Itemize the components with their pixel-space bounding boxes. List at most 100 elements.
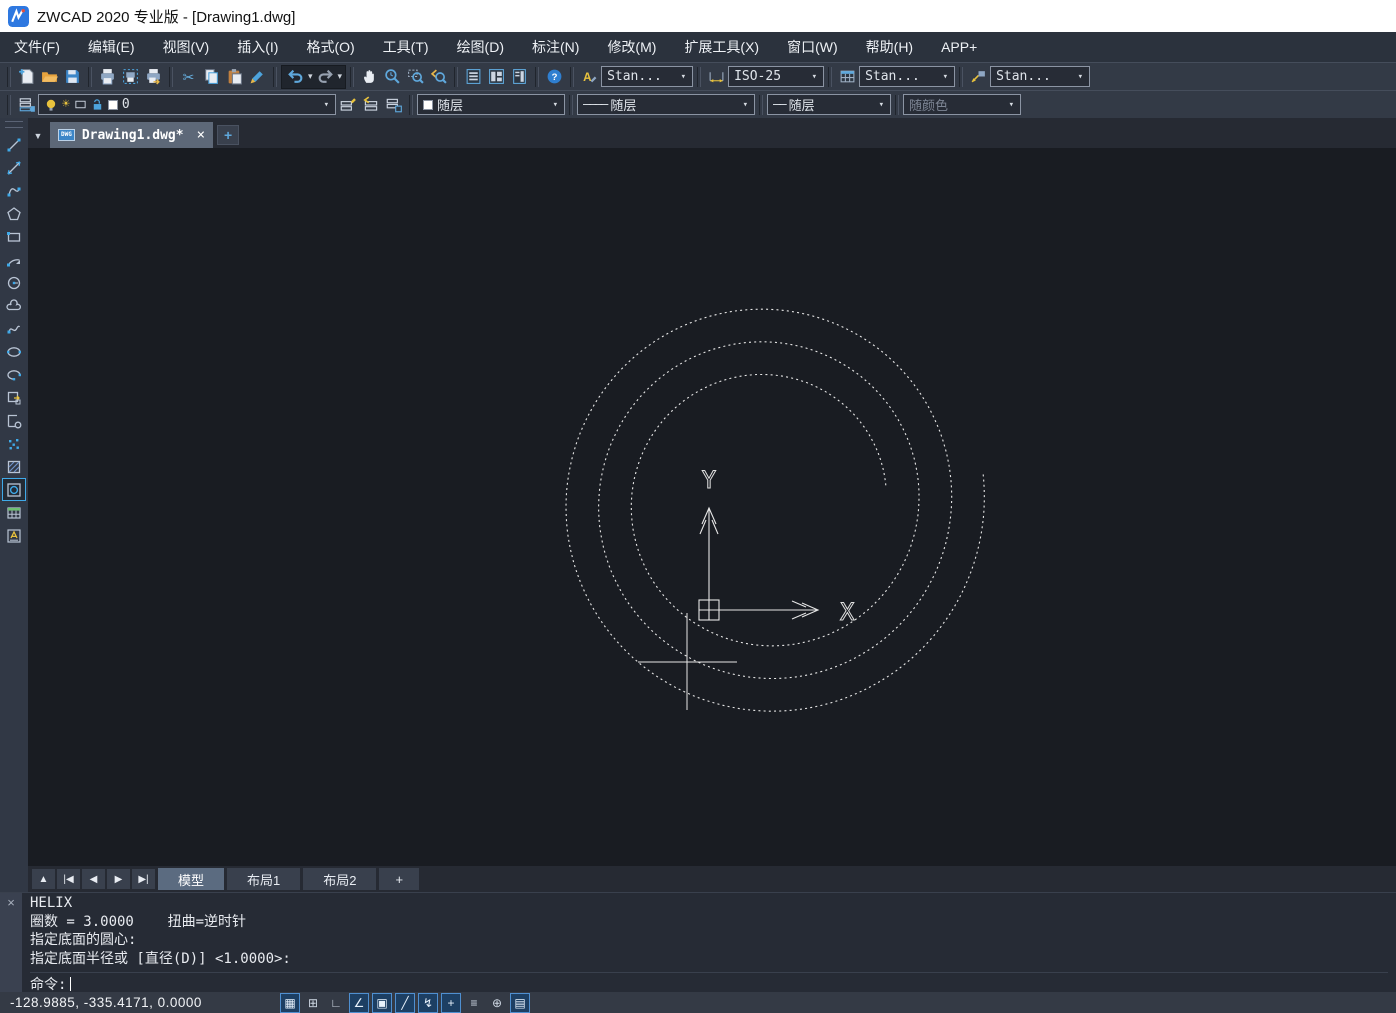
undo-button[interactable] (284, 65, 307, 88)
copy-button[interactable] (200, 65, 223, 88)
tool-line[interactable] (2, 133, 26, 156)
menu-help[interactable]: 帮助(H) (852, 32, 927, 62)
new-document-tab-button[interactable]: + (217, 125, 239, 145)
color-select[interactable]: 随层 ▾ (417, 94, 565, 115)
last-tab-button[interactable]: ▶| (132, 869, 155, 889)
toolbar-grip[interactable] (88, 67, 92, 87)
toolbar-grip[interactable] (7, 95, 11, 115)
print-button[interactable] (96, 65, 119, 88)
next-tab-button[interactable]: ▶ (107, 869, 130, 889)
menu-window[interactable]: 窗口(W) (773, 32, 852, 62)
menu-draw[interactable]: 绘图(D) (443, 32, 518, 62)
tool-region[interactable] (2, 478, 26, 501)
zoom-previous-button[interactable] (427, 65, 450, 88)
grid-toggle[interactable]: ⊞ (303, 993, 323, 1013)
menu-edit[interactable]: 编辑(E) (74, 32, 149, 62)
toolbar-grip[interactable] (759, 95, 763, 115)
toolbar-grip[interactable] (535, 67, 539, 87)
plot-style-select[interactable]: 随颜色 ▾ (903, 94, 1021, 115)
zoom-window-button[interactable] (404, 65, 427, 88)
tool-make-block[interactable] (2, 409, 26, 432)
command-input[interactable]: 命令: (30, 972, 1388, 994)
tool-rectangle[interactable] (2, 225, 26, 248)
layer-previous-button[interactable] (359, 93, 382, 116)
print-preview-button[interactable] (119, 65, 142, 88)
tab-list-collapse-button[interactable]: ▼ (30, 124, 46, 148)
toolbar-grip[interactable] (454, 67, 458, 87)
tool-hatch[interactable] (2, 455, 26, 478)
menu-insert[interactable]: 插入(I) (223, 32, 292, 62)
tool-circle[interactable] (2, 271, 26, 294)
tool-ellipse-arc[interactable] (2, 363, 26, 386)
selection-cycling-toggle[interactable]: ▤ (510, 993, 530, 1013)
layer-properties-button[interactable] (15, 93, 38, 116)
tool-spline[interactable] (2, 317, 26, 340)
toolbar-grip[interactable] (569, 95, 573, 115)
otrack-toggle[interactable]: ╱ (395, 993, 415, 1013)
layer-select[interactable]: ☀ 0 ▾ (38, 94, 336, 115)
dynamic-input-toggle[interactable]: + (441, 993, 461, 1013)
add-layout-button[interactable]: + (379, 868, 419, 890)
dim-style-select[interactable]: ISO-25 ▾ (728, 66, 824, 87)
toolbar-grip[interactable] (570, 67, 574, 87)
linetype-select[interactable]: ———— 随层 ▾ (577, 94, 755, 115)
menu-app-plus[interactable]: APP+ (927, 32, 991, 62)
cut-button[interactable]: ✂ (177, 65, 200, 88)
toolbar-grip[interactable] (5, 121, 23, 128)
tab-layout1[interactable]: 布局1 (227, 868, 300, 890)
format-painter-button[interactable] (246, 65, 269, 88)
menu-dimension[interactable]: 标注(N) (518, 32, 593, 62)
menu-format[interactable]: 格式(O) (292, 32, 368, 62)
dim-style-icon-button[interactable] (705, 65, 728, 88)
redo-button[interactable] (314, 65, 337, 88)
paste-button[interactable] (223, 65, 246, 88)
ortho-toggle[interactable]: ∟ (326, 993, 346, 1013)
tool-insert-block[interactable] (2, 386, 26, 409)
menu-tools[interactable]: 工具(T) (369, 32, 443, 62)
table-style-icon-button[interactable] (836, 65, 859, 88)
menu-file[interactable]: 文件(F) (0, 32, 74, 62)
mleader-style-icon-button[interactable] (967, 65, 990, 88)
tool-xline[interactable] (2, 156, 26, 179)
tool-polygon[interactable] (2, 202, 26, 225)
transparency-toggle[interactable]: ⊕ (487, 993, 507, 1013)
lineweight-select[interactable]: —— 随层 ▾ (767, 94, 891, 115)
tab-model[interactable]: 模型 (158, 868, 224, 890)
menu-view[interactable]: 视图(V) (149, 32, 224, 62)
toolbar-grip[interactable] (7, 67, 11, 87)
text-style-select[interactable]: Stan... ▾ (601, 66, 693, 87)
mleader-style-select[interactable]: Stan... ▾ (990, 66, 1090, 87)
design-center-button[interactable] (485, 65, 508, 88)
drawing-canvas[interactable]: Y X (28, 148, 1396, 866)
tool-palettes-button[interactable] (508, 65, 531, 88)
table-style-select[interactable]: Stan... ▾ (859, 66, 955, 87)
make-layer-current-button[interactable] (336, 93, 359, 116)
tool-table[interactable] (2, 501, 26, 524)
close-command-panel-button[interactable]: × (7, 895, 15, 992)
tool-mtext[interactable] (2, 524, 26, 547)
properties-palette-button[interactable] (462, 65, 485, 88)
close-icon[interactable]: × (191, 127, 205, 143)
tool-revision-cloud[interactable] (2, 294, 26, 317)
toolbar-grip[interactable] (273, 67, 277, 87)
menu-modify[interactable]: 修改(M) (593, 32, 670, 62)
ducs-toggle[interactable]: ↯ (418, 993, 438, 1013)
toolbar-grip[interactable] (169, 67, 173, 87)
tool-ellipse[interactable] (2, 340, 26, 363)
layer-states-button[interactable] (382, 93, 405, 116)
polar-toggle[interactable]: ∠ (349, 993, 369, 1013)
zoom-realtime-button[interactable] (381, 65, 404, 88)
previous-tab-button[interactable]: ◀ (82, 869, 105, 889)
menu-express-tools[interactable]: 扩展工具(X) (670, 32, 773, 62)
tool-point[interactable] (2, 432, 26, 455)
first-tab-button[interactable]: |◀ (57, 869, 80, 889)
pan-button[interactable] (358, 65, 381, 88)
command-history[interactable]: HELIX 圈数 = 3.0000 扭曲=逆时针 指定底面的圆心: 指定底面半径… (22, 893, 1396, 992)
toolbar-grip[interactable] (409, 95, 413, 115)
help-button[interactable]: ? (543, 65, 566, 88)
save-button[interactable] (61, 65, 84, 88)
document-tab-active[interactable]: DWG Drawing1.dwg* × (50, 122, 213, 148)
tab-layout2[interactable]: 布局2 (303, 868, 376, 890)
toolbar-grip[interactable] (959, 67, 963, 87)
tool-arc[interactable] (2, 248, 26, 271)
